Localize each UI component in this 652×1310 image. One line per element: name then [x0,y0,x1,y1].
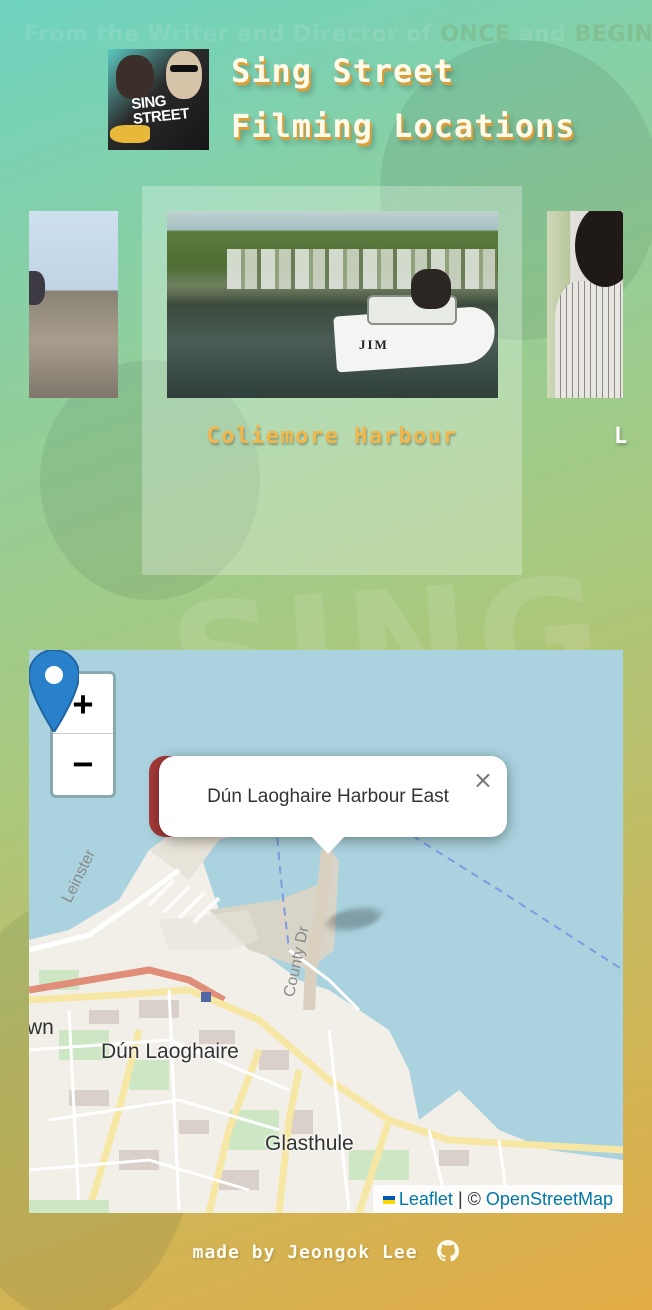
location-caption: Coliemore Harbour [206,424,458,449]
map-attribution: Leaflet | © OpenStreetMap [372,1185,623,1213]
ukraine-flag-icon [382,1196,395,1205]
next-location-caption: L [614,424,628,449]
site-header: SING STREET Sing Street Filming Location… [108,44,576,154]
map-label-town: Glasthule [265,1132,354,1155]
slide-photo-figure [555,281,623,398]
page-title: Sing Street Filming Locations [231,44,576,154]
photo-houses [227,249,497,289]
slide-photo-figure [29,271,45,305]
footer-credit: made by Jeongok Lee [192,1242,418,1263]
map-marker-icon[interactable] [29,650,79,732]
poster-guitar [110,124,150,143]
carousel-slide-next[interactable] [547,211,623,398]
popup-location-name: Dún Laoghaire Harbour East [207,786,449,807]
poster-glasses [170,64,198,72]
popup-tip [311,836,345,854]
carousel-slide-active[interactable]: JIM Coliemore Harbour [142,186,522,575]
close-icon[interactable]: × [473,766,493,794]
location-photo: JIM [167,211,498,398]
page-title-line: Sing Street [231,52,454,90]
slide-photo-figure [575,211,623,287]
zoom-out-button[interactable]: − [53,734,113,794]
movie-poster: SING STREET [108,48,209,150]
page-title-line: Filming Locations [231,107,576,145]
map-popup: Dún Laoghaire Harbour East × [159,756,507,837]
photo-boat-name: JIM [359,337,389,352]
location-carousel: JIM Coliemore Harbour L [0,186,652,576]
attribution-separator: | © [457,1189,481,1209]
poster-title: SING STREET [130,91,190,128]
map-label-town: wn [29,1016,54,1039]
leaflet-link[interactable]: Leaflet [399,1189,453,1209]
location-map[interactable]: Leinster County Dr wn Dún Laoghaire Glas… [29,650,623,1213]
poster-face [116,54,154,99]
photo-people [411,269,451,309]
site-footer: made by Jeongok Lee [0,1240,652,1263]
map-tiles [29,789,623,1213]
map-label-town: Dún Laoghaire [101,1040,239,1063]
github-icon[interactable] [437,1240,460,1262]
carousel-slide-previous[interactable] [29,211,118,398]
openstreetmap-link[interactable]: OpenStreetMap [486,1189,613,1209]
